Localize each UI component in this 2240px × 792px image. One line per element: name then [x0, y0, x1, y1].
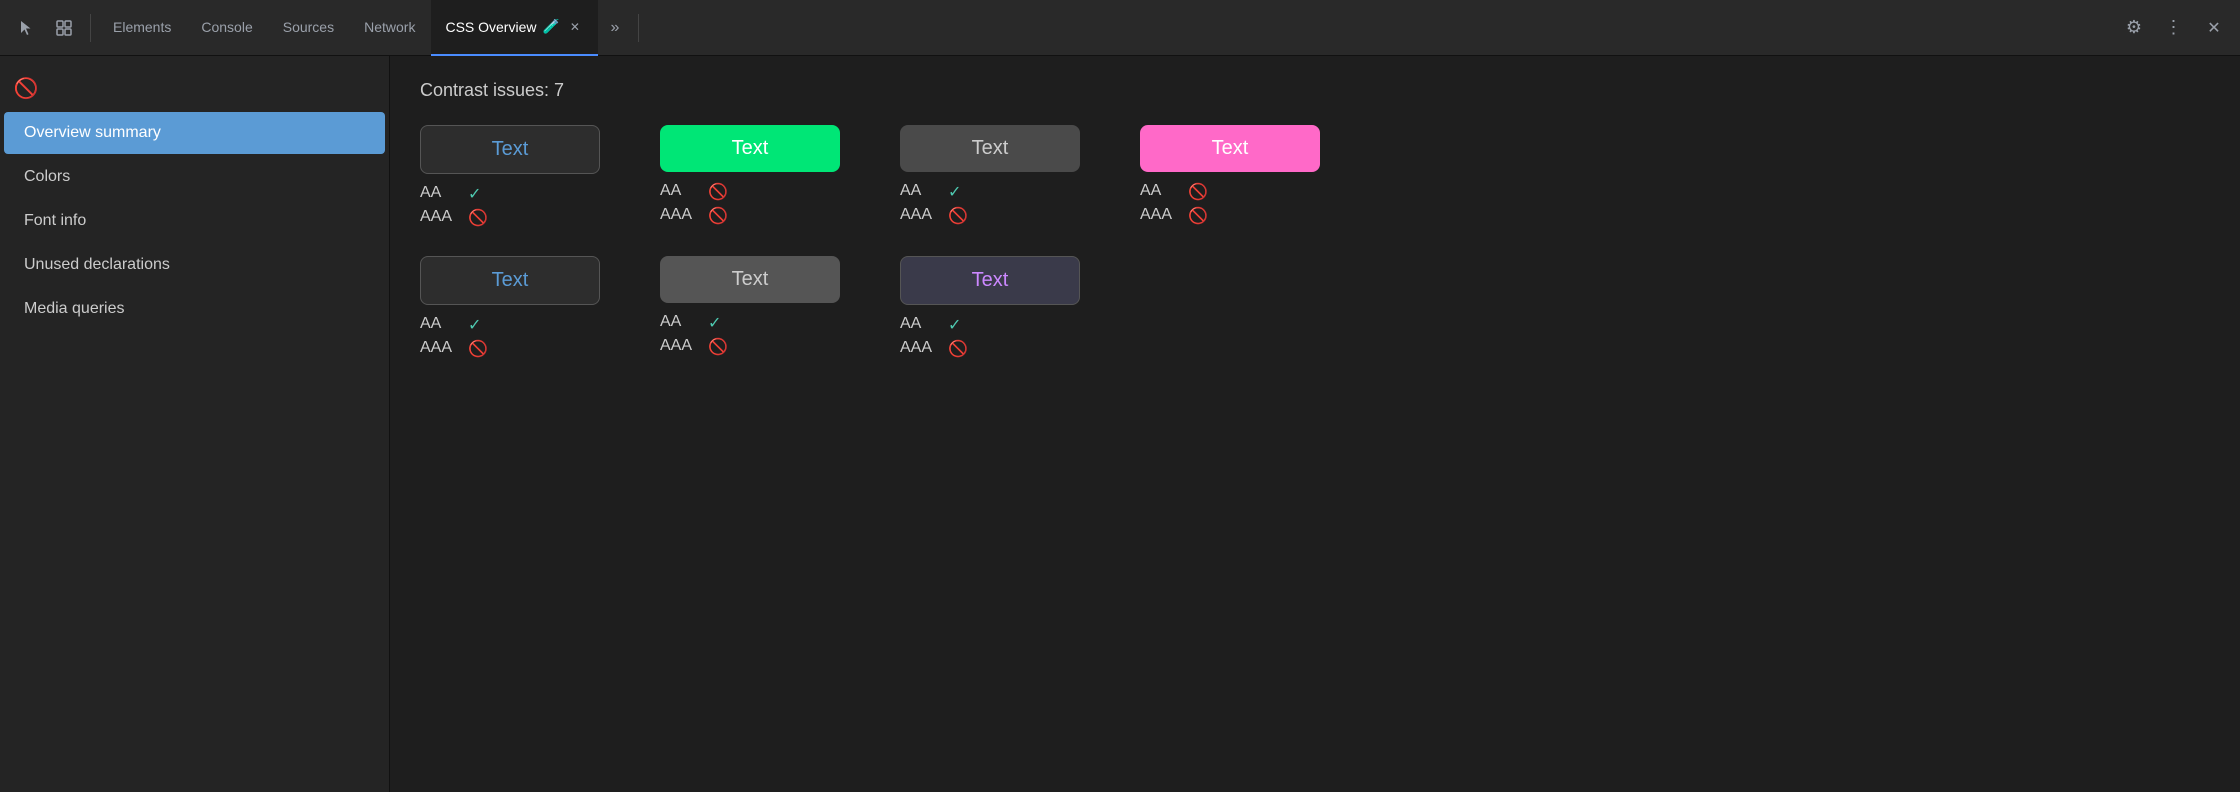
- aa-label-1: AA: [420, 184, 468, 204]
- contrast-btn-1[interactable]: Text: [420, 125, 600, 174]
- tab-css-overview-label: CSS Overview: [445, 19, 536, 35]
- more-tabs-button[interactable]: »: [600, 13, 630, 43]
- sidebar: 🚫 Overview summary Colors Font info Unus…: [0, 56, 390, 792]
- aaa-fail-icon-4: 🚫: [1188, 206, 1216, 226]
- no-entry-icon: 🚫: [8, 70, 44, 106]
- aaa-label-4: AAA: [1140, 206, 1188, 226]
- aa-label-7: AA: [900, 315, 948, 335]
- divider-1: [90, 14, 91, 42]
- more-options-button[interactable]: ⋮: [2156, 10, 2192, 46]
- contrast-item-7: Text AA ✓ AAA 🚫: [900, 256, 1080, 359]
- contrast-item-4: Text AA 🚫 AAA 🚫: [1140, 125, 1320, 226]
- aa-label-2: AA: [660, 182, 708, 202]
- aaa-label-7: AAA: [900, 339, 948, 359]
- tab-console[interactable]: Console: [187, 0, 266, 56]
- sidebar-item-media-queries[interactable]: Media queries: [4, 288, 385, 330]
- inspect-icon[interactable]: [46, 10, 82, 46]
- aa-pass-icon-5: ✓: [468, 315, 496, 335]
- aaa-label-6: AAA: [660, 337, 708, 357]
- aaa-fail-icon-1: 🚫: [468, 208, 496, 228]
- aaa-label-2: AAA: [660, 206, 708, 226]
- contrast-item-1: Text AA ✓ AAA 🚫: [420, 125, 600, 228]
- sidebar-item-font-info[interactable]: Font info: [4, 200, 385, 242]
- contrast-btn-6[interactable]: Text: [660, 256, 840, 303]
- contrast-checks-5: AA ✓ AAA 🚫: [420, 315, 600, 359]
- contrast-checks-6: AA ✓ AAA 🚫: [660, 313, 840, 357]
- aa-label-4: AA: [1140, 182, 1188, 202]
- aaa-fail-icon-6: 🚫: [708, 337, 736, 357]
- aaa-fail-icon-3: 🚫: [948, 206, 976, 226]
- divider-2: [638, 14, 639, 42]
- contrast-issues-title: Contrast issues: 7: [420, 80, 2210, 101]
- contrast-checks-3: AA ✓ AAA 🚫: [900, 182, 1080, 226]
- main-layout: 🚫 Overview summary Colors Font info Unus…: [0, 56, 2240, 792]
- contrast-btn-2[interactable]: Text: [660, 125, 840, 172]
- tab-elements[interactable]: Elements: [99, 0, 185, 56]
- contrast-checks-1: AA ✓ AAA 🚫: [420, 184, 600, 228]
- aa-pass-icon-3: ✓: [948, 182, 976, 202]
- aa-fail-icon-2: 🚫: [708, 182, 736, 202]
- aaa-fail-icon-2: 🚫: [708, 206, 736, 226]
- content-area: Contrast issues: 7 Text AA ✓ AAA 🚫: [390, 56, 2240, 792]
- contrast-checks-4: AA 🚫 AAA 🚫: [1140, 182, 1320, 226]
- contrast-btn-7[interactable]: Text: [900, 256, 1080, 305]
- tab-network[interactable]: Network: [350, 0, 429, 56]
- contrast-btn-4[interactable]: Text: [1140, 125, 1320, 172]
- contrast-checks-7: AA ✓ AAA 🚫: [900, 315, 1080, 359]
- aa-label-5: AA: [420, 315, 468, 335]
- contrast-row-1: Text AA ✓ AAA 🚫 Text AA: [420, 125, 2210, 228]
- aaa-label-5: AAA: [420, 339, 468, 359]
- aaa-label-1: AAA: [420, 208, 468, 228]
- contrast-row-2: Text AA ✓ AAA 🚫 Text AA: [420, 256, 2210, 359]
- aa-label-3: AA: [900, 182, 948, 202]
- settings-button[interactable]: ⚙: [2116, 10, 2152, 46]
- aa-pass-icon-6: ✓: [708, 313, 736, 333]
- sidebar-item-overview-summary[interactable]: Overview summary: [4, 112, 385, 154]
- sidebar-item-unused-declarations[interactable]: Unused declarations: [4, 244, 385, 286]
- aa-fail-icon-4: 🚫: [1188, 182, 1216, 202]
- topbar: Elements Console Sources Network CSS Ove…: [0, 0, 2240, 56]
- tab-css-overview[interactable]: CSS Overview 🧪 ✕: [431, 0, 597, 56]
- tab-css-overview-close[interactable]: ✕: [566, 18, 584, 36]
- sidebar-item-colors[interactable]: Colors: [4, 156, 385, 198]
- contrast-checks-2: AA 🚫 AAA 🚫: [660, 182, 840, 226]
- aa-pass-icon-1: ✓: [468, 184, 496, 204]
- contrast-item-6: Text AA ✓ AAA 🚫: [660, 256, 840, 357]
- contrast-item-3: Text AA ✓ AAA 🚫: [900, 125, 1080, 226]
- aaa-label-3: AAA: [900, 206, 948, 226]
- close-devtools-button[interactable]: ✕: [2196, 10, 2232, 46]
- contrast-btn-5[interactable]: Text: [420, 256, 600, 305]
- cursor-icon[interactable]: [8, 10, 44, 46]
- tab-sources[interactable]: Sources: [269, 0, 348, 56]
- topbar-right: ⚙ ⋮ ✕: [2116, 10, 2232, 46]
- flask-icon: 🧪: [542, 18, 559, 35]
- contrast-btn-3[interactable]: Text: [900, 125, 1080, 172]
- contrast-item-2: Text AA 🚫 AAA 🚫: [660, 125, 840, 226]
- contrast-item-5: Text AA ✓ AAA 🚫: [420, 256, 600, 359]
- aa-pass-icon-7: ✓: [948, 315, 976, 335]
- contrast-grid: Text AA ✓ AAA 🚫 Text AA: [420, 125, 2210, 359]
- aaa-fail-icon-7: 🚫: [948, 339, 976, 359]
- aa-label-6: AA: [660, 313, 708, 333]
- aaa-fail-icon-5: 🚫: [468, 339, 496, 359]
